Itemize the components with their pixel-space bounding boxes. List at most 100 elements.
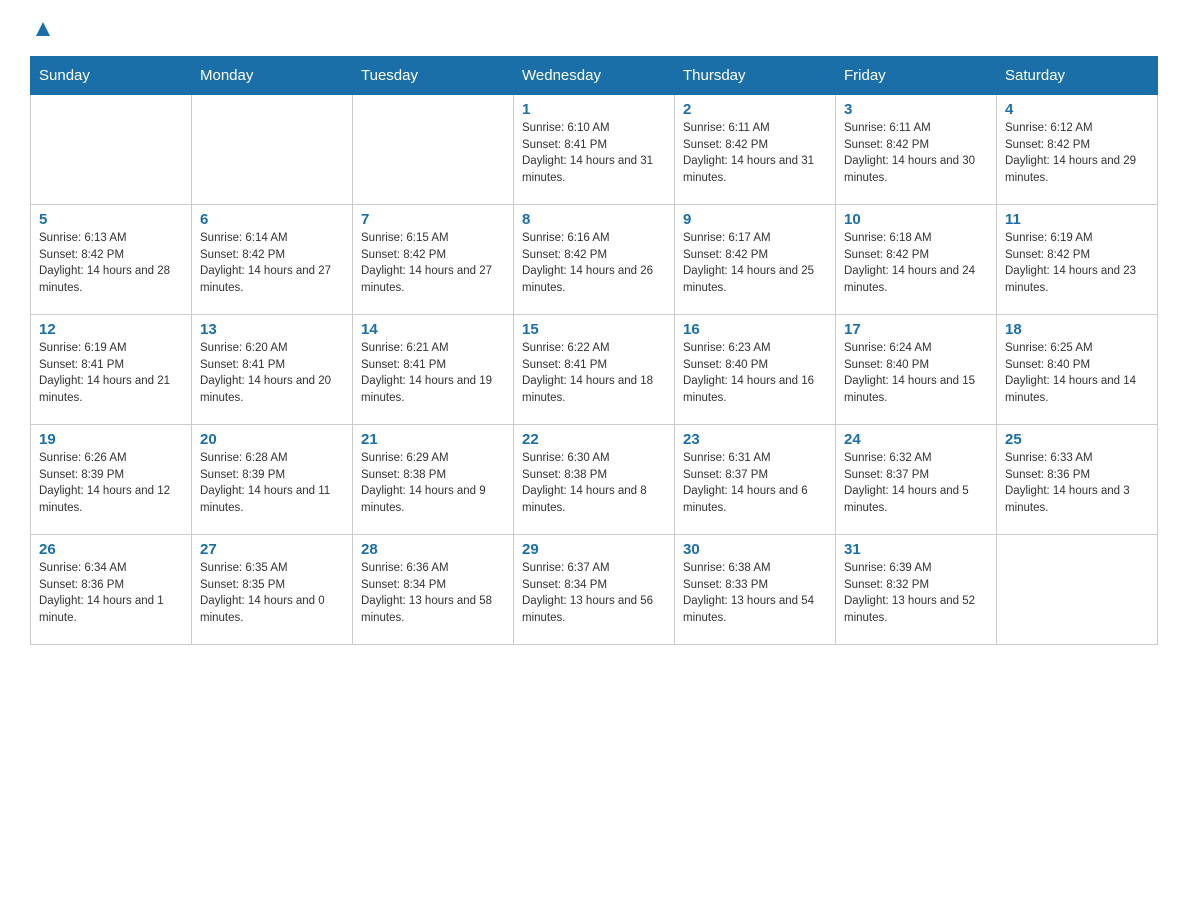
day-info-line: Sunset: 8:40 PM <box>683 359 768 371</box>
calendar-cell: 21Sunrise: 6:29 AMSunset: 8:38 PMDayligh… <box>353 425 514 535</box>
calendar-cell: 4Sunrise: 6:12 AMSunset: 8:42 PMDaylight… <box>997 95 1158 205</box>
day-info-line: Sunrise: 6:21 AM <box>361 342 449 354</box>
day-info-line: Sunrise: 6:18 AM <box>844 232 932 244</box>
calendar-cell: 16Sunrise: 6:23 AMSunset: 8:40 PMDayligh… <box>675 315 836 425</box>
day-number: 23 <box>683 431 827 448</box>
day-number: 2 <box>683 101 827 118</box>
day-info-line: Daylight: 14 hours and 23 minutes. <box>1005 265 1136 294</box>
day-info: Sunrise: 6:32 AM Sunset: 8:37 PM Daylight:… <box>844 450 988 517</box>
day-info-line: Sunrise: 6:35 AM <box>200 562 288 574</box>
calendar-cell: 25Sunrise: 6:33 AMSunset: 8:36 PMDayligh… <box>997 425 1158 535</box>
day-number: 8 <box>522 211 666 228</box>
day-info-line: Sunrise: 6:32 AM <box>844 452 932 464</box>
day-info-line: Sunrise: 6:14 AM <box>200 232 288 244</box>
day-info-line: Sunset: 8:42 PM <box>1005 139 1090 151</box>
day-info-line: Sunset: 8:41 PM <box>522 139 607 151</box>
calendar-cell: 8Sunrise: 6:16 AMSunset: 8:42 PMDaylight… <box>514 205 675 315</box>
day-number: 24 <box>844 431 988 448</box>
calendar-table: SundayMondayTuesdayWednesdayThursdayFrid… <box>30 56 1158 645</box>
day-info-line: Sunset: 8:39 PM <box>39 469 124 481</box>
day-info: Sunrise: 6:23 AMSunset: 8:40 PMDaylight:… <box>683 340 827 407</box>
day-info: Sunrise: 6:14 AMSunset: 8:42 PMDaylight:… <box>200 230 344 297</box>
day-info: Sunrise: 6:38 AMSunset: 8:33 PMDaylight:… <box>683 560 827 627</box>
day-info-line: Daylight: 14 hours and 8 minutes. <box>522 485 647 514</box>
day-number: 19 <box>39 431 183 448</box>
day-info-line: Sunrise: 6:28 AM <box>200 452 288 464</box>
day-info-line: Daylight: 14 hours and 0 minutes. <box>200 595 325 624</box>
week-row-3: 12Sunrise: 6:19 AMSunset: 8:41 PMDayligh… <box>31 315 1158 425</box>
day-info-line: Sunset: 8:42 PM <box>844 139 929 151</box>
calendar-cell <box>192 95 353 205</box>
day-info-line: Daylight: 14 hours and 24 minutes. <box>844 265 975 294</box>
calendar-cell: 19Sunrise: 6:26 AMSunset: 8:39 PMDayligh… <box>31 425 192 535</box>
day-info-line: Sunrise: 6:10 AM <box>522 122 610 134</box>
day-info-line: Daylight: 13 hours and 54 minutes. <box>683 595 814 624</box>
day-info: Sunrise: 6:13 AMSunset: 8:42 PMDaylight:… <box>39 230 183 297</box>
day-number: 29 <box>522 541 666 558</box>
calendar-cell: 30Sunrise: 6:38 AMSunset: 8:33 PMDayligh… <box>675 535 836 645</box>
day-info-line: Sunset: 8:40 PM <box>1005 359 1090 371</box>
day-number: 21 <box>361 431 505 448</box>
day-info-line: Daylight: 14 hours and 30 minutes. <box>844 155 975 184</box>
day-info: Sunrise: 6:22 AMSunset: 8:41 PMDaylight:… <box>522 340 666 407</box>
day-info-line: Sunrise: 6:20 AM <box>200 342 288 354</box>
calendar-cell: 22Sunrise: 6:30 AMSunset: 8:38 PMDayligh… <box>514 425 675 535</box>
day-info-line: Sunset: 8:37 PM <box>844 469 929 481</box>
day-number: 20 <box>200 431 344 448</box>
day-info-line: Sunrise: 6:26 AM <box>39 452 127 464</box>
day-number: 28 <box>361 541 505 558</box>
day-info-line: Daylight: 14 hours and 3 minutes. <box>1005 485 1130 514</box>
day-number: 26 <box>39 541 183 558</box>
day-info-line: Sunset: 8:42 PM <box>522 249 607 261</box>
day-info-line: Sunrise: 6:17 AM <box>683 232 771 244</box>
calendar-cell: 18Sunrise: 6:25 AMSunset: 8:40 PMDayligh… <box>997 315 1158 425</box>
day-number: 10 <box>844 211 988 228</box>
day-info-line: Sunrise: 6:25 AM <box>1005 342 1093 354</box>
calendar-cell: 7Sunrise: 6:15 AMSunset: 8:42 PMDaylight… <box>353 205 514 315</box>
day-info-line: Daylight: 13 hours and 52 minutes. <box>844 595 975 624</box>
page-header <box>30 20 1158 36</box>
day-info-line: Daylight: 14 hours and 28 minutes. <box>39 265 170 294</box>
day-info: Sunrise: 6:19 AMSunset: 8:41 PMDaylight:… <box>39 340 183 407</box>
day-info-line: Sunrise: 6:36 AM <box>361 562 449 574</box>
day-info-line: Sunset: 8:42 PM <box>1005 249 1090 261</box>
day-info: Sunrise: 6:11 AM Sunset: 8:42 PM Daylight:… <box>844 120 988 187</box>
calendar-cell: 17Sunrise: 6:24 AMSunset: 8:40 PMDayligh… <box>836 315 997 425</box>
day-info-line: Sunset: 8:32 PM <box>844 579 929 591</box>
weekday-header-sunday: Sunday <box>31 57 192 95</box>
day-info-line: Sunset: 8:36 PM <box>39 579 124 591</box>
day-info-line: Daylight: 14 hours and 5 minutes. <box>844 485 969 514</box>
day-info-line: Sunrise: 6:12 AM <box>1005 122 1093 134</box>
day-info-line: Daylight: 14 hours and 9 minutes. <box>361 485 486 514</box>
calendar-cell: 23Sunrise: 6:31 AMSunset: 8:37 PMDayligh… <box>675 425 836 535</box>
calendar-cell: 2Sunrise: 6:11 AMSunset: 8:42 PMDaylight… <box>675 95 836 205</box>
day-info-line: Daylight: 13 hours and 58 minutes. <box>361 595 492 624</box>
day-info: Sunrise: 6:34 AMSunset: 8:36 PMDaylight:… <box>39 560 183 627</box>
day-number: 1 <box>522 101 666 118</box>
day-info: Sunrise: 6:39 AMSunset: 8:32 PMDaylight:… <box>844 560 988 627</box>
week-row-2: 5 Sunrise: 6:13 AMSunset: 8:42 PMDaylight… <box>31 205 1158 315</box>
day-info-line: Sunrise: 6:37 AM <box>522 562 610 574</box>
day-info-line: Sunrise: 6:38 AM <box>683 562 771 574</box>
day-number: 5 <box>39 211 183 228</box>
day-info-line: Sunrise: 6:16 AM <box>522 232 610 244</box>
day-number: 22 <box>522 431 666 448</box>
calendar-cell: 12Sunrise: 6:19 AMSunset: 8:41 PMDayligh… <box>31 315 192 425</box>
calendar-cell: 26 Sunrise: 6:34 AMSunset: 8:36 PMDayligh… <box>31 535 192 645</box>
calendar-cell: 20Sunrise: 6:28 AMSunset: 8:39 PMDayligh… <box>192 425 353 535</box>
day-info-line: Sunset: 8:34 PM <box>522 579 607 591</box>
day-info-line: Daylight: 14 hours and 1 minute. <box>39 595 164 624</box>
day-info-line: Sunrise: 6:11 AM <box>844 122 931 134</box>
calendar-cell: 29Sunrise: 6:37 AMSunset: 8:34 PMDayligh… <box>514 535 675 645</box>
day-info-line: Daylight: 14 hours and 29 minutes. <box>1005 155 1136 184</box>
day-info-line: Sunrise: 6:22 AM <box>522 342 610 354</box>
day-info-line: Sunset: 8:39 PM <box>200 469 285 481</box>
day-info-line: Sunset: 8:38 PM <box>522 469 607 481</box>
day-info-line: Daylight: 14 hours and 6 minutes. <box>683 485 808 514</box>
day-info: Sunrise: 6:36 AMSunset: 8:34 PMDaylight:… <box>361 560 505 627</box>
day-number: 13 <box>200 321 344 338</box>
day-info: Sunrise: 6:21 AMSunset: 8:41 PMDaylight:… <box>361 340 505 407</box>
calendar-cell: 1Sunrise: 6:10 AMSunset: 8:41 PMDaylight… <box>514 95 675 205</box>
day-info: Sunrise: 6:26 AMSunset: 8:39 PMDaylight:… <box>39 450 183 517</box>
day-info-line: Daylight: 14 hours and 14 minutes. <box>1005 375 1136 404</box>
